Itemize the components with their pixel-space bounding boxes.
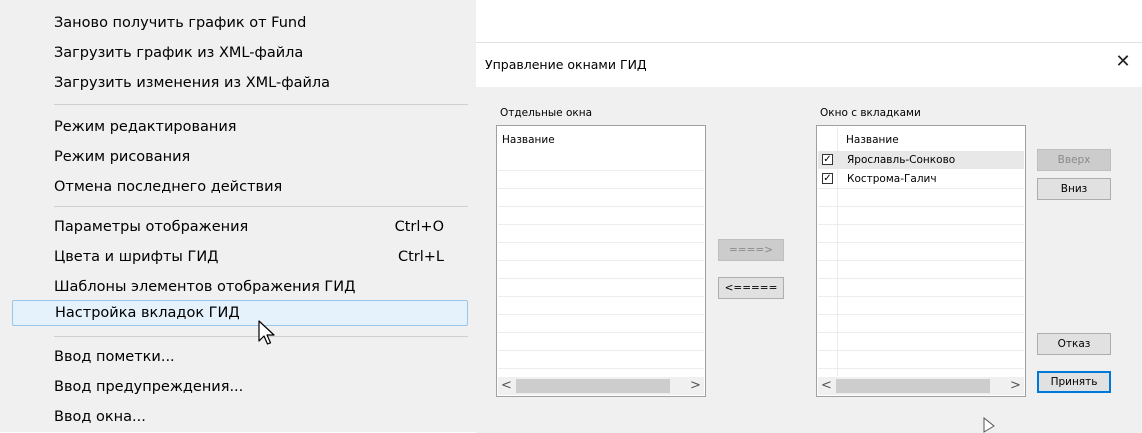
menu-item-undo[interactable]: Отмена последнего действия xyxy=(12,174,468,200)
list-item[interactable]: ✓ Кострома-Галич xyxy=(818,170,1024,188)
grid-line xyxy=(818,332,1024,333)
separate-windows-label: Отдельные окна xyxy=(500,107,593,119)
list-item[interactable]: ✓ Ярославль-Сонково xyxy=(818,151,1024,169)
grid-line xyxy=(818,296,1024,297)
menu-item-draw-mode[interactable]: Режим рисования xyxy=(12,144,468,170)
accept-button[interactable]: Принять xyxy=(1037,371,1111,393)
menu-item-load-changes-xml[interactable]: Загрузить изменения из XML-файла xyxy=(12,70,468,96)
menu-item-label: Загрузить график из XML-файла xyxy=(54,45,304,61)
checkbox[interactable]: ✓ xyxy=(822,154,833,165)
scroll-right-icon[interactable]: > xyxy=(687,377,704,395)
grid-line xyxy=(818,242,1024,243)
horizontal-scrollbar[interactable]: < > xyxy=(498,377,704,395)
close-icon[interactable]: ✕ xyxy=(1114,53,1132,71)
grid-line xyxy=(498,332,704,333)
check-icon: ✓ xyxy=(823,154,832,165)
menu-item-display-templates[interactable]: Шаблоны элементов отображения ГИД xyxy=(12,274,468,300)
menu-item-tab-settings[interactable]: Настройка вкладок ГИД xyxy=(12,300,468,326)
menu-item-shortcut: Ctrl+O xyxy=(394,219,444,235)
list-item-name: Кострома-Галич xyxy=(847,173,937,185)
separate-windows-list[interactable]: Название < > xyxy=(496,125,706,397)
menu-item-refetch-schedule[interactable]: Заново получить график от Fund xyxy=(12,10,468,36)
grid-line xyxy=(818,314,1024,315)
menu-item-label: Цвета и шрифты ГИД xyxy=(54,249,219,265)
grid-line xyxy=(498,278,704,279)
menu-item-load-schedule-xml[interactable]: Загрузить график из XML-файла xyxy=(12,40,468,66)
grid-line xyxy=(818,350,1024,351)
menu-item-label: Ввод предупреждения... xyxy=(54,379,244,395)
dialog-titlebar: Управление окнами ГИД ✕ xyxy=(476,43,1142,87)
menu-item-colors-fonts[interactable]: Цвета и шрифты ГИД Ctrl+L xyxy=(12,244,468,270)
move-up-button[interactable]: Вверх xyxy=(1037,149,1111,171)
grid-line xyxy=(498,206,704,207)
menu-item-enter-note[interactable]: Ввод пометки... xyxy=(12,344,468,370)
menu-item-label: Шаблоны элементов отображения ГИД xyxy=(54,279,356,295)
menu-item-label: Режим рисования xyxy=(54,149,191,165)
menu-item-label: Параметры отображения xyxy=(54,219,249,235)
grid-line xyxy=(498,368,704,369)
menu-item-edit-mode[interactable]: Режим редактирования xyxy=(12,114,468,140)
grid-line xyxy=(498,314,704,315)
grid-line xyxy=(818,368,1024,369)
tabbed-window-label: Окно с вкладками xyxy=(820,107,921,119)
menu-item-label: Загрузить изменения из XML-файла xyxy=(54,75,331,91)
grid-line xyxy=(818,224,1024,225)
menu-item-label: Отмена последнего действия xyxy=(54,179,283,195)
grid-line xyxy=(498,170,704,171)
move-down-button[interactable]: Вниз xyxy=(1037,178,1111,200)
menu-item-enter-warning[interactable]: Ввод предупреждения... xyxy=(12,374,468,400)
menu-item-display-settings[interactable]: Параметры отображения Ctrl+O xyxy=(12,214,468,240)
list-column-header: Название xyxy=(502,134,555,146)
grid-line xyxy=(818,188,1024,189)
scroll-thumb[interactable] xyxy=(516,379,670,393)
grid-line xyxy=(498,242,704,243)
move-left-button[interactable]: <===== xyxy=(718,277,784,299)
scroll-left-icon[interactable]: < xyxy=(818,377,835,395)
grid-line xyxy=(818,260,1024,261)
grid-line xyxy=(498,260,704,261)
grid-line xyxy=(818,278,1024,279)
cancel-button[interactable]: Отказ xyxy=(1037,333,1111,355)
menu-item-label: Настройка вкладок ГИД xyxy=(55,305,240,321)
move-right-button[interactable]: ====> xyxy=(718,239,784,261)
mouse-cursor-icon xyxy=(258,320,275,345)
horizontal-scrollbar[interactable]: < > xyxy=(818,377,1024,395)
context-menu: Заново получить график от Fund Загрузить… xyxy=(0,0,476,432)
tabbed-window-list[interactable]: Название ✓ Ярославль-Сонково ✓ Кострома-… xyxy=(816,125,1026,397)
grid-line xyxy=(498,188,704,189)
menu-item-label: Ввод окна... xyxy=(54,409,146,425)
list-item-name: Ярославль-Сонково xyxy=(847,154,956,166)
tab-management-dialog: Управление окнами ГИД ✕ Отдельные окна О… xyxy=(476,42,1142,433)
menu-item-label: Заново получить график от Fund xyxy=(54,15,307,31)
menu-separator xyxy=(54,104,468,105)
grid-line xyxy=(818,206,1024,207)
grid-line xyxy=(498,224,704,225)
menu-item-enter-window[interactable]: Ввод окна... xyxy=(12,404,468,430)
scroll-thumb[interactable] xyxy=(836,379,990,393)
menu-item-label: Режим редактирования xyxy=(54,119,237,135)
dialog-title: Управление окнами ГИД xyxy=(485,57,647,72)
menu-item-shortcut: Ctrl+L xyxy=(397,249,444,265)
scroll-left-icon[interactable]: < xyxy=(498,377,515,395)
list-column-header: Название xyxy=(846,134,899,146)
checkbox[interactable]: ✓ xyxy=(822,173,833,184)
menu-item-label: Ввод пометки... xyxy=(54,349,175,365)
grid-line xyxy=(498,296,704,297)
menu-separator xyxy=(54,206,468,207)
grid-line xyxy=(498,350,704,351)
resize-grip-icon[interactable] xyxy=(980,417,1020,433)
scroll-right-icon[interactable]: > xyxy=(1007,377,1024,395)
check-icon: ✓ xyxy=(823,173,832,184)
